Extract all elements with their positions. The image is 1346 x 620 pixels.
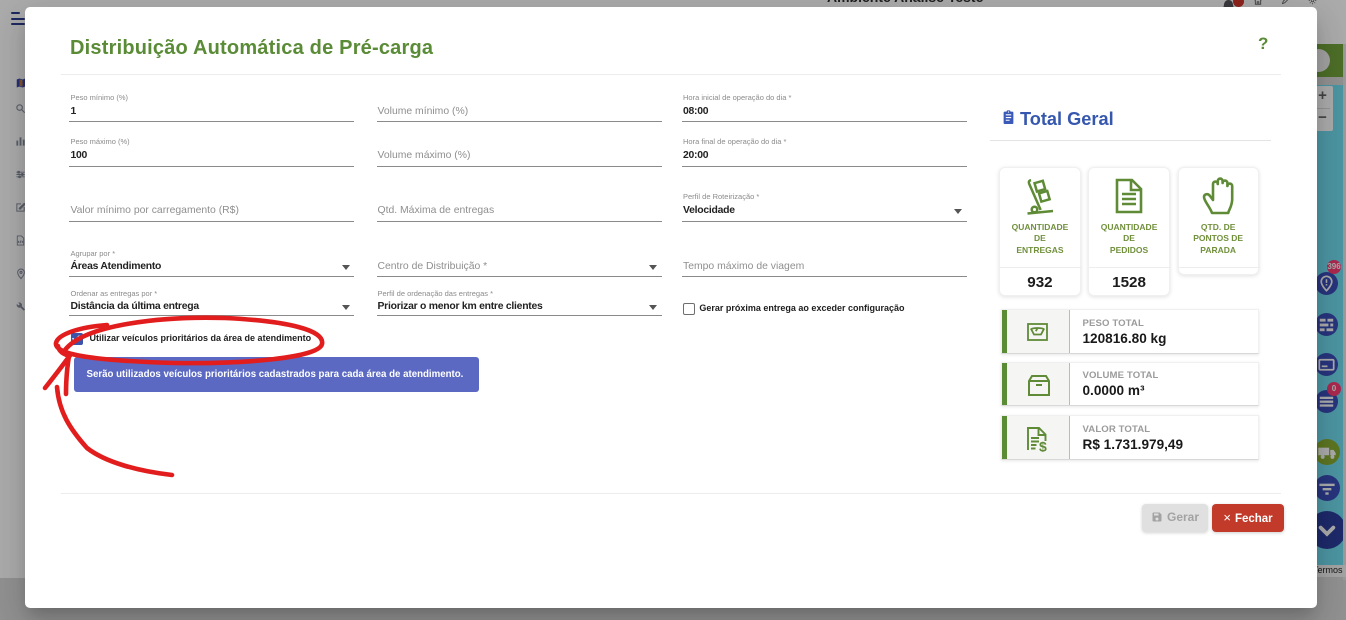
svg-text:$: $ [1039, 439, 1047, 453]
